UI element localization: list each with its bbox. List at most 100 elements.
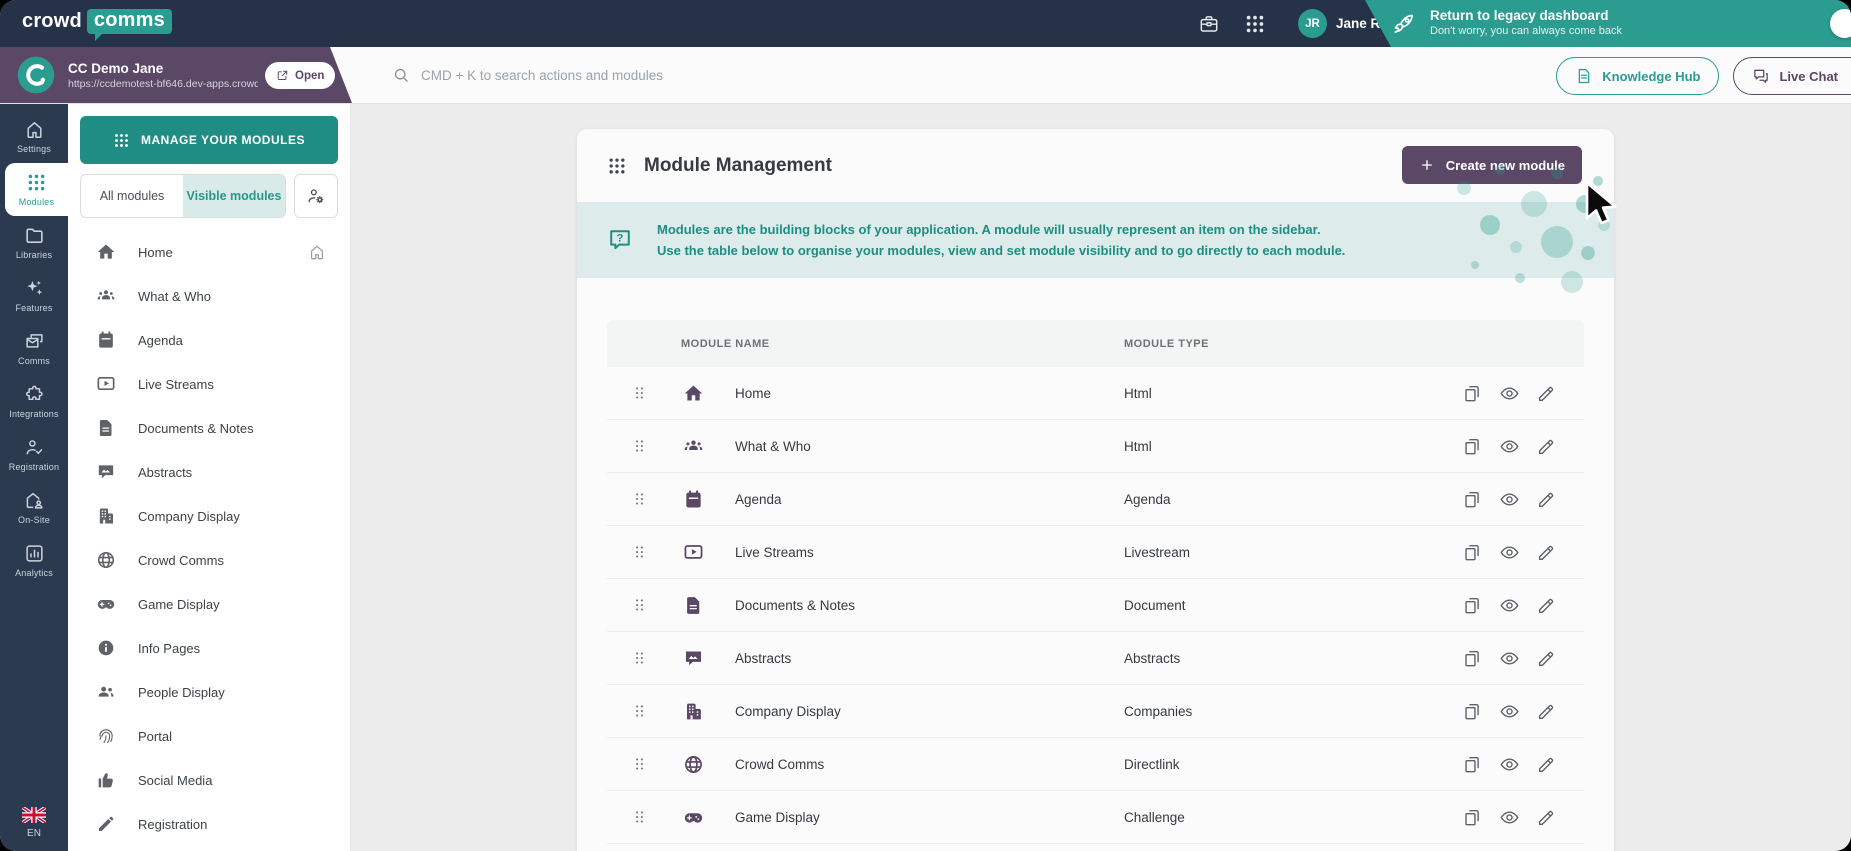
topbar: crowd comms JR Jane Rinn Return to legac… <box>0 0 1851 47</box>
module-list-item-registration[interactable]: Registration <box>80 802 338 846</box>
create-new-module-button[interactable]: Create new module <box>1402 146 1582 184</box>
module-list-item-abstracts[interactable]: Abstracts <box>80 450 338 494</box>
module-icon <box>683 595 704 616</box>
sidebar-item-comms[interactable]: Comms <box>0 322 68 375</box>
search-input[interactable] <box>421 68 901 83</box>
module-list-item-home[interactable]: Home <box>80 230 338 274</box>
drag-handle-icon[interactable] <box>631 700 648 722</box>
edit-pencil-icon[interactable] <box>1536 648 1557 669</box>
edit-pencil-icon[interactable] <box>1536 754 1557 775</box>
drag-handle-icon[interactable] <box>631 647 648 669</box>
visibility-eye-icon[interactable] <box>1499 754 1520 775</box>
edit-pencil-icon[interactable] <box>1536 436 1557 457</box>
drag-handle-icon[interactable] <box>631 594 648 616</box>
table-row-abstracts: Abstracts Abstracts <box>607 632 1584 685</box>
module-icon <box>683 542 704 563</box>
module-icon <box>683 648 704 669</box>
duplicate-icon[interactable] <box>1462 807 1483 828</box>
tab-visible[interactable]: Visible modules <box>183 175 285 217</box>
external-link-icon <box>276 69 289 82</box>
visibility-eye-icon[interactable] <box>1499 807 1520 828</box>
duplicate-icon[interactable] <box>1462 542 1483 563</box>
screen: crowd comms JR Jane Rinn Return to legac… <box>0 0 1851 851</box>
info-line-1: Modules are the building blocks of your … <box>657 219 1345 240</box>
module-list-item-info-pages[interactable]: Info Pages <box>80 626 338 670</box>
module-management-card: Module Management Create new module ? Mo… <box>577 129 1614 851</box>
edit-pencil-icon[interactable] <box>1536 542 1557 563</box>
sidebar-item-features[interactable]: Features <box>0 269 68 322</box>
apps-grid-icon[interactable] <box>1244 13 1266 35</box>
module-type: Companies <box>1124 704 1454 719</box>
table-body: Home Html What & Who Html <box>607 367 1584 844</box>
visibility-eye-icon[interactable] <box>1499 383 1520 404</box>
sidebar-item-onsite[interactable]: On-Site <box>0 481 68 534</box>
duplicate-icon[interactable] <box>1462 701 1483 722</box>
live-chat-button[interactable]: Live Chat <box>1733 57 1851 95</box>
open-app-button[interactable]: Open <box>265 62 335 89</box>
module-list-item-portal[interactable]: Portal <box>80 714 338 758</box>
duplicate-icon[interactable] <box>1462 595 1483 616</box>
tab-label: Visible modules <box>187 189 282 203</box>
edit-pencil-icon[interactable] <box>1536 595 1557 616</box>
module-list-item-people-display[interactable]: People Display <box>80 670 338 714</box>
duplicate-icon[interactable] <box>1462 383 1483 404</box>
module-label: People Display <box>138 685 225 700</box>
module-list-item-what-who[interactable]: What & Who <box>80 274 338 318</box>
visibility-eye-icon[interactable] <box>1499 436 1520 457</box>
module-name: Documents & Notes <box>715 598 1124 613</box>
drag-handle-icon[interactable] <box>631 806 648 828</box>
toolbox-icon[interactable] <box>1198 13 1220 35</box>
duplicate-icon[interactable] <box>1462 489 1483 510</box>
language-switcher[interactable]: EN <box>0 807 68 839</box>
module-list-item-social-media[interactable]: Social Media <box>80 758 338 802</box>
edit-pencil-icon[interactable] <box>1536 701 1557 722</box>
sidebar-item-label: Registration <box>9 462 59 472</box>
duplicate-icon[interactable] <box>1462 754 1483 775</box>
drag-handle-icon[interactable] <box>631 435 648 457</box>
module-list-item-crowd-comms[interactable]: Crowd Comms <box>80 538 338 582</box>
sidebar-item-analytics[interactable]: Analytics <box>0 534 68 587</box>
module-visibility-filter-button[interactable] <box>294 174 338 218</box>
sidebar-item-label: Comms <box>18 356 50 366</box>
grid-icon <box>113 132 130 149</box>
edit-pencil-icon[interactable] <box>1536 383 1557 404</box>
sidebar-item-libraries[interactable]: Libraries <box>0 216 68 269</box>
visibility-eye-icon[interactable] <box>1499 542 1520 563</box>
sidebar-items: Settings Modules Libraries Features Comm… <box>0 110 68 587</box>
sidebar-item-integrations[interactable]: Integrations <box>0 375 68 428</box>
app-name: CC Demo Jane <box>68 61 258 76</box>
return-legacy-banner[interactable]: Return to legacy dashboard Don't worry, … <box>1365 0 1851 47</box>
module-list-item-documents-notes[interactable]: Documents & Notes <box>80 406 338 450</box>
legacy-toggle-knob[interactable] <box>1830 9 1851 38</box>
module-list-item-live-streams[interactable]: Live Streams <box>80 362 338 406</box>
sidebar-item-modules[interactable]: Modules <box>5 163 68 216</box>
visibility-eye-icon[interactable] <box>1499 489 1520 510</box>
knowledge-hub-button[interactable]: Knowledge Hub <box>1556 57 1719 95</box>
drag-handle-icon[interactable] <box>631 541 648 563</box>
visibility-eye-icon[interactable] <box>1499 595 1520 616</box>
edit-pencil-icon[interactable] <box>1536 489 1557 510</box>
row-actions <box>1454 489 1584 510</box>
sidebar-item-icon <box>24 437 45 458</box>
module-list-item-company-display[interactable]: Company Display <box>80 494 338 538</box>
visibility-eye-icon[interactable] <box>1499 701 1520 722</box>
manage-modules-button[interactable]: MANAGE YOUR MODULES <box>80 116 338 164</box>
drag-handle-icon[interactable] <box>631 753 648 775</box>
tab-all[interactable]: All modules <box>81 175 183 217</box>
duplicate-icon[interactable] <box>1462 648 1483 669</box>
duplicate-icon[interactable] <box>1462 436 1483 457</box>
sidebar-item-icon <box>24 490 45 511</box>
column-header-module-name: MODULE NAME <box>671 338 1124 350</box>
visibility-eye-icon[interactable] <box>1499 648 1520 669</box>
sidebar-item-registration[interactable]: Registration <box>0 428 68 481</box>
main-content: Module Management Create new module ? Mo… <box>351 104 1851 851</box>
app-chip[interactable]: CC Demo Jane https://ccdemotest-bf646.de… <box>0 47 352 103</box>
drag-handle-icon[interactable] <box>631 382 648 404</box>
legacy-title: Return to legacy dashboard <box>1430 8 1622 25</box>
sidebar-item-settings[interactable]: Settings <box>0 110 68 163</box>
edit-pencil-icon[interactable] <box>1536 807 1557 828</box>
sidebar-item-label: Features <box>15 303 52 313</box>
drag-handle-icon[interactable] <box>631 488 648 510</box>
module-list-item-game-display[interactable]: Game Display <box>80 582 338 626</box>
module-list-item-agenda[interactable]: Agenda <box>80 318 338 362</box>
